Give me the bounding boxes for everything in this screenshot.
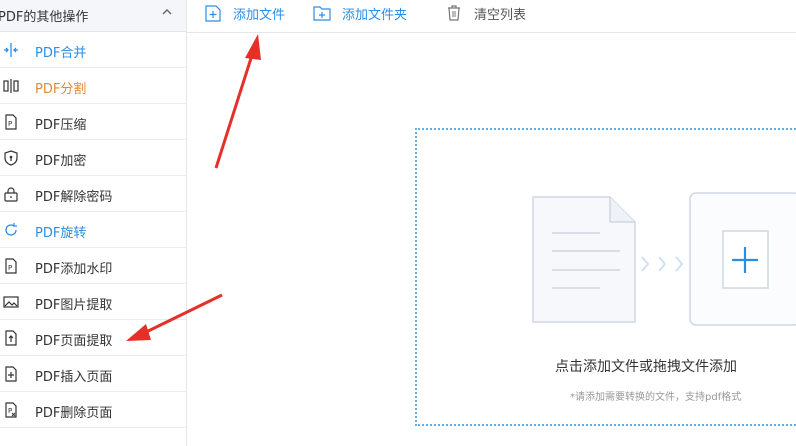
sidebar-item-encrypt[interactable]: PDF加密 bbox=[0, 140, 186, 176]
sidebar-item-label: PDF删除页面 bbox=[35, 406, 113, 421]
add-folder-button[interactable]: 添加文件夹 bbox=[313, 4, 408, 23]
add-folder-icon bbox=[313, 6, 331, 21]
sidebar-item-label: PDF加密 bbox=[35, 154, 87, 169]
sidebar-item-label: PDF添加水印 bbox=[35, 262, 113, 277]
compress-icon: P bbox=[5, 114, 17, 130]
add-file-button[interactable]: 添加文件 bbox=[204, 4, 286, 23]
trash-icon bbox=[448, 5, 460, 21]
page-extract-icon bbox=[5, 330, 17, 346]
add-folder-label: 添加文件夹 bbox=[342, 7, 408, 23]
sidebar-item-page-extract[interactable]: PDF页面提取 bbox=[0, 320, 186, 356]
sidebar-header[interactable]: PDF的其他操作 bbox=[0, 0, 186, 32]
watermark-icon: P bbox=[5, 258, 17, 274]
sidebar-item-rotate[interactable]: PDF旋转 bbox=[0, 212, 186, 248]
sidebar-item-split[interactable]: PDF分割 bbox=[0, 68, 186, 104]
shield-icon bbox=[4, 150, 18, 166]
add-box-icon bbox=[689, 192, 796, 326]
drop-illustration bbox=[532, 192, 796, 326]
page-delete-icon: P bbox=[5, 402, 17, 418]
sidebar-item-watermark[interactable]: P PDF添加水印 bbox=[0, 248, 186, 284]
sidebar-item-page-delete[interactable]: P PDF删除页面 bbox=[0, 392, 186, 428]
chevrons-icon bbox=[641, 256, 684, 272]
add-file-icon bbox=[205, 5, 221, 22]
sidebar-menu: PDF合并 PDF分割 P PDF压缩 PDF加密 PDF解除密码 PDF旋转 … bbox=[0, 32, 186, 428]
merge-icon bbox=[4, 43, 18, 57]
image-icon bbox=[3, 296, 19, 308]
clear-list-button[interactable]: 清空列表 bbox=[445, 4, 527, 23]
unlock-icon bbox=[4, 187, 18, 202]
svg-text:P: P bbox=[8, 120, 12, 128]
sidebar-item-compress[interactable]: P PDF压缩 bbox=[0, 104, 186, 140]
chevron-up-icon[interactable] bbox=[160, 5, 174, 19]
sidebar-item-unlock[interactable]: PDF解除密码 bbox=[0, 176, 186, 212]
rotate-icon bbox=[5, 223, 17, 236]
sidebar-item-page-insert[interactable]: PDF插入页面 bbox=[0, 356, 186, 392]
sidebar-item-merge[interactable]: PDF合并 bbox=[0, 32, 186, 68]
sidebar-item-label: PDF分割 bbox=[35, 82, 87, 97]
sidebar-item-label: PDF旋转 bbox=[35, 226, 87, 241]
drop-main-text: 点击添加文件或拖拽文件添加 bbox=[555, 359, 737, 375]
sidebar-item-label: PDF图片提取 bbox=[35, 298, 113, 313]
add-file-label: 添加文件 bbox=[233, 7, 286, 23]
clear-list-label: 清空列表 bbox=[474, 7, 527, 23]
sidebar-item-label: PDF解除密码 bbox=[35, 190, 113, 205]
sidebar: PDF的其他操作 PDF合并 PDF分割 P PDF压缩 PDF加密 PDF解除… bbox=[0, 0, 187, 446]
sidebar-item-label: PDF页面提取 bbox=[35, 334, 113, 349]
sidebar-item-label: PDF合并 bbox=[35, 46, 87, 61]
annotation-arrow-toolbar bbox=[214, 34, 261, 169]
svg-text:P: P bbox=[8, 264, 12, 272]
page-insert-icon bbox=[5, 366, 17, 382]
toolbar: 添加文件 添加文件夹 清空列表 bbox=[187, 0, 796, 33]
sidebar-item-label: PDF插入页面 bbox=[35, 370, 113, 385]
split-icon bbox=[3, 79, 19, 93]
svg-text:P: P bbox=[8, 407, 12, 415]
sidebar-item-label: PDF压缩 bbox=[35, 118, 87, 133]
sidebar-item-image-extract[interactable]: PDF图片提取 bbox=[0, 284, 186, 320]
sidebar-title: PDF的其他操作 bbox=[0, 10, 89, 25]
document-icon bbox=[532, 196, 636, 323]
drop-sub-text: *请添加需要转换的文件，支持pdf格式 bbox=[570, 392, 742, 403]
